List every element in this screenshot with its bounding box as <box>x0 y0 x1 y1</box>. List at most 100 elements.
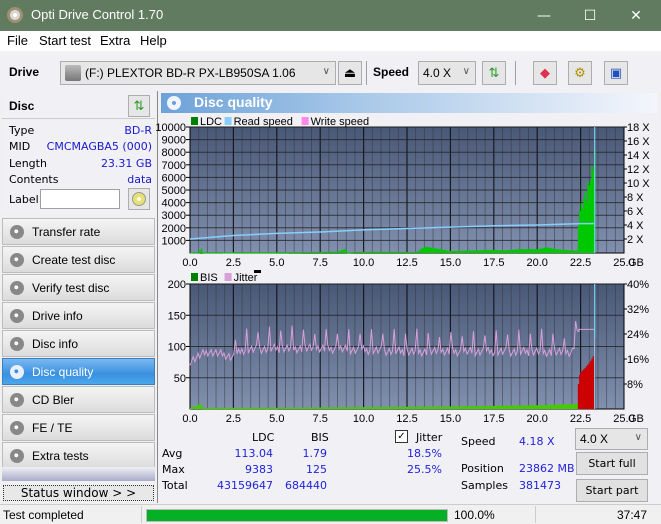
disc-quality-icon <box>167 96 181 110</box>
window-title: Opti Drive Control 1.70 <box>31 7 164 22</box>
status-text: Test completed <box>3 508 84 522</box>
chevron-down-icon: ∨ <box>462 66 470 77</box>
nav-disc-quality[interactable]: Disc quality <box>2 358 155 385</box>
progress-bar <box>146 509 448 522</box>
field-key: Length <box>9 157 47 170</box>
status-bar: Test completed 100.0% 37:47 <box>0 504 661 524</box>
eraser-icon: ◆ <box>540 65 550 81</box>
stats-col-ldc: LDC <box>252 431 275 444</box>
drive-select[interactable]: (F:) PLEXTOR BD-R PX-LB950SA 1.06 ∨ <box>60 61 336 85</box>
save-button[interactable]: ▣ <box>604 61 628 85</box>
toolbar-divider <box>366 61 367 85</box>
menu-file[interactable]: File <box>7 33 28 48</box>
stats-jitter-value: 18.5% <box>407 447 442 460</box>
drive-icon <box>65 65 81 81</box>
nav-cd-bler[interactable]: CD Bler <box>2 386 155 413</box>
close-button[interactable]: ✕ <box>613 0 659 31</box>
menu-help[interactable]: Help <box>140 33 167 48</box>
toolbar: Drive (F:) PLEXTOR BD-R PX-LB950SA 1.06 … <box>0 51 661 91</box>
stats-bis-value: 1.79 <box>302 447 328 460</box>
nav-disc-info[interactable]: Disc info <box>2 330 155 357</box>
field-key: Label <box>9 193 39 206</box>
field-key: Type <box>9 124 35 137</box>
nav-label: FE / TE <box>32 421 73 435</box>
stats-row-label: Max <box>162 463 185 476</box>
erase-button[interactable]: ◆ <box>533 61 557 85</box>
chevron-down-icon: ∨ <box>322 66 330 77</box>
nav-fe-te[interactable]: FE / TE <box>2 414 155 441</box>
speed-select[interactable]: 4.0 X ∨ <box>418 61 476 85</box>
eject-button[interactable]: ⏏ <box>338 61 362 85</box>
field-value: 23.31 GB <box>100 157 152 170</box>
field-value: BD-R <box>124 124 152 137</box>
nav-label: Verify test disc <box>32 281 110 295</box>
field-value: CMCMAGBA5 (000) <box>46 140 152 153</box>
disc-refresh-button[interactable]: ⇅ <box>128 95 150 117</box>
panel-title: Disc quality <box>194 94 273 110</box>
gear-icon: ⚙ <box>574 65 586 81</box>
save-icon: ▣ <box>609 65 623 81</box>
label-input[interactable] <box>40 189 120 209</box>
nav-fill <box>2 467 155 481</box>
nav-label: Create test disc <box>32 253 116 267</box>
stats-row-label: Total <box>162 479 188 492</box>
nav-verify-test-disc[interactable]: Verify test disc <box>2 274 155 301</box>
nav-transfer-rate[interactable]: Transfer rate <box>2 218 155 245</box>
disc-nav-icon <box>10 225 24 239</box>
nav-extra-tests[interactable]: Extra tests <box>2 442 155 469</box>
stats-bis-value: 684440 <box>285 479 327 492</box>
speed-label: Speed <box>461 435 496 448</box>
start-full-button[interactable]: Start full <box>576 452 648 475</box>
stats-row-label: Avg <box>162 447 183 460</box>
speed-label: Speed <box>373 65 410 79</box>
toolbar-divider <box>515 61 516 85</box>
disc-nav-icon <box>10 365 24 379</box>
label-disc-button[interactable] <box>128 188 150 210</box>
disc-header: Disc ⇅ <box>2 93 155 119</box>
left-panel: Disc ⇅ Type BD-R MID CMCMAGBA5 (000) Lengt… <box>0 91 157 503</box>
drive-label: Drive <box>9 65 40 79</box>
jitter-checkbox[interactable]: ✓ <box>395 430 408 443</box>
refresh-icon: ⇅ <box>133 98 145 114</box>
speed-value: 4.18 X <box>519 435 555 448</box>
disc-icon <box>132 192 146 206</box>
app-disc-icon <box>7 7 23 23</box>
disc-nav-icon <box>10 281 24 295</box>
refresh-icon: ⇅ <box>488 65 500 81</box>
disc-field-length: Length 23.31 GB <box>9 157 152 173</box>
nav-label: Transfer rate <box>32 225 101 239</box>
chevron-down-icon: ∨ <box>634 432 642 443</box>
disc-field-type: Type BD-R <box>9 124 152 140</box>
field-value: data <box>127 173 152 186</box>
menu-bar: File Start test Extra Help <box>0 31 661 51</box>
refresh-button[interactable]: ⇅ <box>482 61 506 85</box>
minimize-button[interactable]: — <box>521 0 567 31</box>
position-value: 23862 MB <box>519 462 575 475</box>
elapsed-time: 37:47 <box>617 508 648 522</box>
nav-create-test-disc[interactable]: Create test disc <box>2 246 155 273</box>
menu-extra[interactable]: Extra <box>100 33 130 48</box>
maximize-button[interactable]: ☐ <box>567 0 613 31</box>
menu-start-test[interactable]: Start test <box>39 33 91 48</box>
test-speed-select[interactable]: 4.0 X ∨ <box>575 428 648 450</box>
start-part-button[interactable]: Start part <box>576 479 648 502</box>
nav-label: Drive info <box>32 309 83 323</box>
title-bar: Opti Drive Control 1.70 — ☐ ✕ <box>0 0 661 31</box>
samples-value: 381473 <box>519 479 561 492</box>
nav-label: Disc quality <box>32 365 94 379</box>
progress-fill <box>147 510 447 521</box>
disc-nav-icon <box>10 337 24 351</box>
status-divider <box>535 506 536 523</box>
settings-button[interactable]: ⚙ <box>568 61 592 85</box>
speed-value: 4.0 X <box>423 66 452 80</box>
stats-col-bis: BIS <box>311 431 329 444</box>
nav-drive-info[interactable]: Drive info <box>2 302 155 329</box>
status-window-button[interactable]: Status window > > <box>3 485 154 501</box>
test-speed-value: 4.0 X <box>580 432 609 446</box>
field-key: MID <box>9 140 31 153</box>
disc-header-title: Disc <box>9 99 35 113</box>
stats-bis-value: 125 <box>306 463 327 476</box>
position-label: Position <box>461 462 504 475</box>
nav-label: Extra tests <box>32 449 89 463</box>
disc-nav-icon <box>10 309 24 323</box>
